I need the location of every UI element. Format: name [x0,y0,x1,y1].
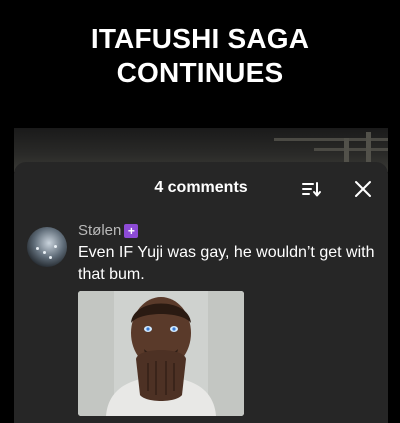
praying-hands-man-image[interactable] [78,291,244,416]
comment-username[interactable]: Stølen [78,222,121,239]
comment-author-row: Stølen + [78,222,139,239]
close-icon[interactable] [352,178,374,200]
comments-count-title: 4 comments [154,179,248,196]
screen: ITAFUSHI SAGA CONTINUES 4 comments Støle… [0,0,400,423]
comments-sheet: 4 comments Stølen + Even IF Yuji was gay… [14,162,388,423]
caption-line-1: ITAFUSHI SAGA [90,23,310,54]
caption-line-2: CONTINUES [116,57,284,88]
comment-text: Even IF Yuji was gay, he wouldn’t get wi… [78,244,375,283]
plus-badge-icon: + [124,223,139,238]
avatar[interactable] [27,227,67,267]
video-caption: ITAFUSHI SAGA CONTINUES [0,22,400,90]
sort-icon[interactable] [300,178,322,200]
